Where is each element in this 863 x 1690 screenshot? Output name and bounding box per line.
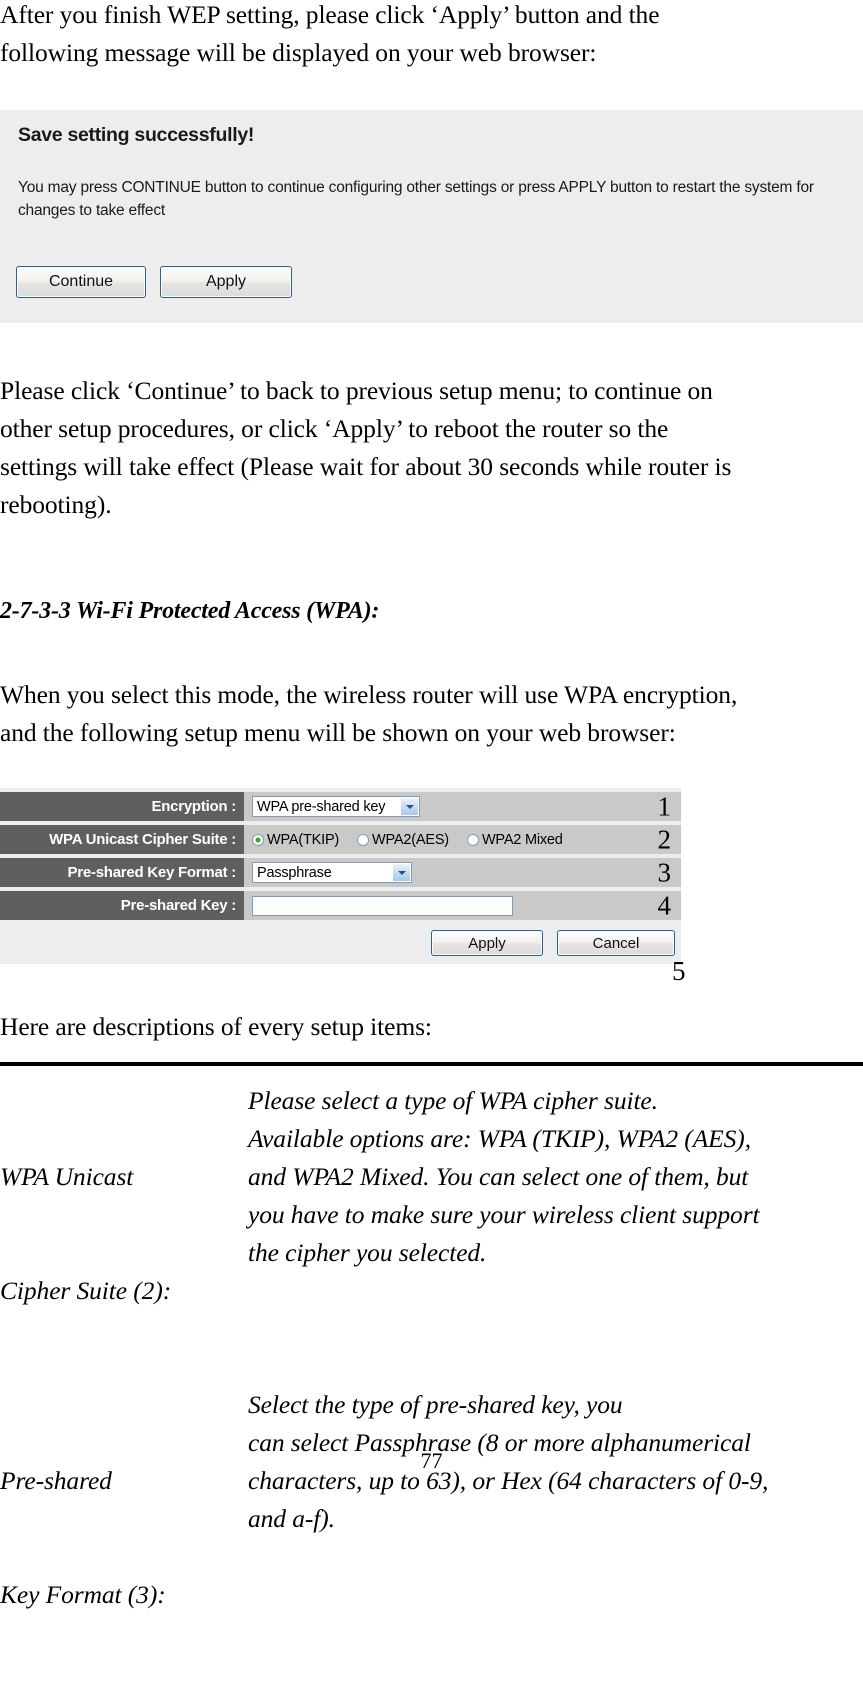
- encryption-select[interactable]: WPA pre-shared key: [252, 796, 420, 817]
- continue-line-4: rebooting).: [0, 490, 112, 519]
- radio-selected-icon[interactable]: [252, 833, 264, 846]
- wpa-label-key-format: Pre-shared Key Format :: [0, 858, 244, 887]
- horizontal-rule: [0, 1062, 863, 1066]
- wpa-label-cipher-suite: WPA Unicast Cipher Suite :: [0, 825, 244, 854]
- save-panel-buttons: Continue Apply: [16, 266, 292, 298]
- description-definition-line: and a-f).: [248, 1504, 335, 1533]
- description-definition-line: Please select a type of WPA cipher suite…: [248, 1086, 658, 1115]
- description-definition-line: you have to make sure your wireless clie…: [248, 1200, 760, 1229]
- intro-line-2: following message will be displayed on y…: [0, 38, 597, 67]
- description-term-line-2: Key Format (3):: [0, 1580, 166, 1609]
- callout-number-3: 3: [657, 857, 672, 887]
- continue-paragraph: Please click ‘Continue’ to back to previ…: [0, 372, 858, 524]
- save-panel-title: Save setting successfully!: [18, 124, 255, 146]
- wpa-row-key-format: Pre-shared Key Format : Passphrase 3: [0, 858, 681, 887]
- description-item: Pre-shared Key Format (3): Select the ty…: [0, 1386, 863, 1690]
- continue-line-1: Please click ‘Continue’ to back to previ…: [0, 376, 713, 405]
- wpa-row-cipher-suite: WPA Unicast Cipher Suite : WPA(TKIP) WPA…: [0, 825, 681, 854]
- chevron-down-icon[interactable]: [401, 798, 418, 815]
- wpa-label-encryption: Encryption :: [0, 792, 244, 821]
- save-panel-message: You may press CONTINUE button to continu…: [18, 179, 814, 219]
- wpa-value-cipher-suite: WPA(TKIP) WPA2(AES) WPA2 Mixed 2: [244, 825, 681, 854]
- radio-wpa-tkip[interactable]: WPA(TKIP): [252, 832, 339, 848]
- callout-number-1: 1: [657, 791, 672, 821]
- description-definition-line: Select the type of pre-shared key, you: [248, 1390, 623, 1419]
- wpa-footer-buttons: Apply Cancel: [0, 924, 681, 960]
- continue-line-3: settings will take effect (Please wait f…: [0, 452, 732, 481]
- when-line-1: When you select this mode, the wireless …: [0, 680, 738, 709]
- radio-wpa2-aes[interactable]: WPA2(AES): [357, 832, 449, 848]
- callout-number-4: 4: [657, 890, 672, 920]
- wpa-value-key-format: Passphrase 3: [244, 858, 681, 887]
- wpa-row-encryption: Encryption : WPA pre-shared key 1: [0, 792, 681, 821]
- radio-unselected-icon[interactable]: [357, 833, 370, 846]
- description-term-line-2: Cipher Suite (2):: [0, 1276, 172, 1305]
- document-page: After you finish WEP setting, please cli…: [0, 0, 863, 1609]
- wpa-cancel-button[interactable]: Cancel: [557, 930, 675, 956]
- descriptions-intro: Here are descriptions of every setup ite…: [0, 1008, 700, 1046]
- wpa-setup-panel: Encryption : WPA pre-shared key 1 WPA Un…: [0, 788, 681, 964]
- when-line-2: and the following setup menu will be sho…: [0, 718, 676, 747]
- description-definition-line: Available options are: WPA (TKIP), WPA2 …: [248, 1124, 751, 1153]
- descriptions-intro-text: Here are descriptions of every setup ite…: [0, 1012, 432, 1041]
- wpa-label-pre-shared-key: Pre-shared Key :: [0, 891, 244, 920]
- description-definition: Please select a type of WPA cipher suite…: [248, 1082, 863, 1272]
- encryption-select-value: WPA pre-shared key: [257, 798, 386, 815]
- continue-button[interactable]: Continue: [16, 266, 146, 298]
- save-setting-panel: Save setting successfully! You may press…: [0, 110, 863, 323]
- key-format-select-value: Passphrase: [257, 864, 332, 881]
- key-format-select[interactable]: Passphrase: [252, 862, 412, 883]
- descriptions-list: WPA Unicast Cipher Suite (2): Please sel…: [0, 1082, 863, 1690]
- radio-wpa2-mixed[interactable]: WPA2 Mixed: [466, 831, 563, 848]
- description-definition-line: the cipher you selected.: [248, 1238, 487, 1267]
- intro-line-1: After you finish WEP setting, please cli…: [0, 0, 660, 29]
- wpa-value-pre-shared-key: 4: [244, 891, 681, 920]
- chevron-down-icon[interactable]: [393, 864, 410, 881]
- continue-line-2: other setup procedures, or click ‘Apply’…: [0, 414, 669, 443]
- callout-number-2: 2: [657, 824, 672, 854]
- pre-shared-key-input[interactable]: [252, 895, 513, 916]
- description-term: Pre-shared Key Format (3):: [0, 1386, 248, 1690]
- wpa-apply-button[interactable]: Apply: [431, 930, 543, 956]
- wpa-row-pre-shared-key: Pre-shared Key : 4: [0, 891, 681, 920]
- description-item: WPA Unicast Cipher Suite (2): Please sel…: [0, 1082, 863, 1386]
- section-heading: 2-7-3-3 Wi-Fi Protected Access (WPA):: [0, 598, 380, 624]
- radio-wpa2-aes-label: WPA2(AES): [372, 831, 449, 848]
- description-term-line-1: WPA Unicast: [0, 1162, 134, 1191]
- description-term: WPA Unicast Cipher Suite (2):: [0, 1082, 248, 1386]
- radio-unselected-icon[interactable]: [466, 833, 479, 846]
- when-you-select-paragraph: When you select this mode, the wireless …: [0, 676, 858, 752]
- description-definition-line: and WPA2 Mixed. You can select one of th…: [248, 1162, 749, 1191]
- callout-number-5: 5: [672, 956, 686, 986]
- radio-wpa2-mixed-label: WPA2 Mixed: [481, 831, 563, 848]
- wpa-value-encryption: WPA pre-shared key 1: [244, 792, 681, 821]
- intro-paragraph: After you finish WEP setting, please cli…: [0, 0, 800, 72]
- page-number: 77: [420, 1448, 443, 1473]
- apply-button[interactable]: Apply: [160, 266, 292, 298]
- radio-wpa-tkip-label: WPA(TKIP): [267, 831, 340, 848]
- cipher-suite-radio-group: WPA(TKIP) WPA2(AES) WPA2 Mixed: [252, 832, 563, 848]
